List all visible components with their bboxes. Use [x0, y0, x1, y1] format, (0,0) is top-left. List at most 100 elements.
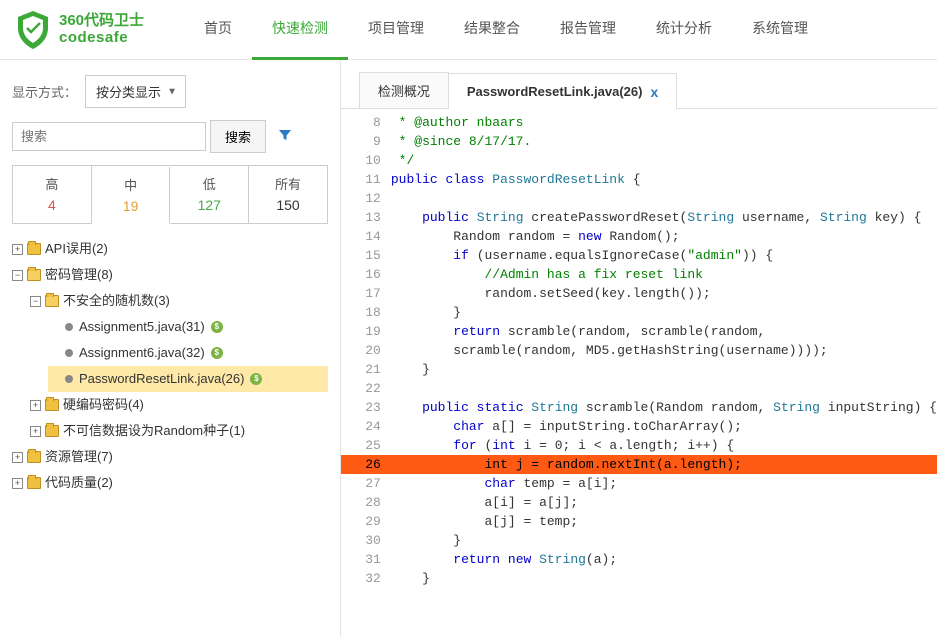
dot-icon	[65, 375, 73, 383]
code-line: 20 scramble(random, MD5.getHashString(us…	[341, 341, 937, 360]
code-text: * @author nbaars	[391, 113, 937, 132]
display-mode-label: 显示方式：	[12, 82, 77, 101]
severity-tab-high[interactable]: 高 4	[13, 166, 92, 223]
code-line: 15 if (username.equalsIgnoreCase("admin"…	[341, 246, 937, 265]
code-line: 9 * @since 8/17/17.	[341, 132, 937, 151]
line-number: 11	[341, 170, 391, 189]
line-number: 30	[341, 531, 391, 550]
tree-node-seed[interactable]: +不可信数据设为Random种子(1)	[30, 418, 328, 444]
tree-node-password[interactable]: −密码管理(8)	[12, 262, 328, 288]
main-nav: 首页快速检测项目管理结果整合报告管理统计分析系统管理	[184, 0, 828, 60]
code-text: Random random = new Random();	[391, 227, 937, 246]
code-text	[391, 189, 937, 208]
code-text: a[i] = a[j];	[391, 493, 937, 512]
tab-file[interactable]: PasswordResetLink.java(26) x	[448, 73, 677, 109]
code-text: * @since 8/17/17.	[391, 132, 937, 151]
code-viewer[interactable]: 8 * @author nbaars9 * @since 8/17/17.10 …	[341, 109, 937, 637]
code-text: }	[391, 303, 937, 322]
issue-tree: +API误用(2) −密码管理(8) −不安全的随机数(3) Assignmen…	[12, 236, 328, 496]
code-line: 12	[341, 189, 937, 208]
code-line: 13 public String createPasswordReset(Str…	[341, 208, 937, 227]
nav-item[interactable]: 报告管理	[540, 0, 636, 60]
line-number: 14	[341, 227, 391, 246]
folder-icon	[45, 425, 59, 437]
collapse-icon[interactable]: −	[30, 296, 41, 307]
line-number: 12	[341, 189, 391, 208]
folder-icon	[45, 399, 59, 411]
code-text: //Admin has a fix reset link	[391, 265, 937, 284]
code-text: char temp = a[i];	[391, 474, 937, 493]
brand-cn: 360代码卫士	[59, 13, 144, 30]
tree-file[interactable]: Assignment5.java(31) $	[48, 314, 328, 340]
line-number: 18	[341, 303, 391, 322]
tree-node-api[interactable]: +API误用(2)	[12, 236, 328, 262]
tree-node-hardcode[interactable]: +硬编码密码(4)	[30, 392, 328, 418]
nav-item[interactable]: 快速检测	[252, 0, 348, 60]
nav-item[interactable]: 结果整合	[444, 0, 540, 60]
code-line: 24 char a[] = inputString.toCharArray();	[341, 417, 937, 436]
tab-overview[interactable]: 检测概况	[359, 72, 449, 108]
code-text: return scramble(random, scramble(random,	[391, 322, 937, 341]
collapse-icon[interactable]: −	[12, 270, 23, 281]
line-number: 10	[341, 151, 391, 170]
line-number: 29	[341, 512, 391, 531]
line-number: 8	[341, 113, 391, 132]
tree-file-selected[interactable]: PasswordResetLink.java(26) $	[48, 366, 328, 392]
line-number: 26	[341, 455, 391, 474]
code-line: 28 a[i] = a[j];	[341, 493, 937, 512]
code-line: 16 //Admin has a fix reset link	[341, 265, 937, 284]
brand-logo[interactable]: 360代码卫士 codesafe	[15, 10, 144, 50]
tree-node-random[interactable]: −不安全的随机数(3)	[30, 288, 328, 314]
line-number: 31	[341, 550, 391, 569]
code-text: public class PasswordResetLink {	[391, 170, 937, 189]
code-text: random.setSeed(key.length());	[391, 284, 937, 303]
search-button[interactable]: 搜索	[210, 120, 266, 153]
severity-tab-all[interactable]: 所有 150	[249, 166, 327, 223]
code-line: 26 int j = random.nextInt(a.length);	[341, 455, 937, 474]
code-text: public String createPasswordReset(String…	[391, 208, 937, 227]
code-text: }	[391, 360, 937, 379]
expand-icon[interactable]: +	[30, 426, 41, 437]
status-badge: $	[211, 321, 223, 333]
code-line: 8 * @author nbaars	[341, 113, 937, 132]
expand-icon[interactable]: +	[12, 244, 23, 255]
code-text: public static String scramble(Random ran…	[391, 398, 937, 417]
nav-item[interactable]: 首页	[184, 0, 252, 60]
line-number: 28	[341, 493, 391, 512]
code-text: scramble(random, MD5.getHashString(usern…	[391, 341, 937, 360]
severity-tab-low[interactable]: 低 127	[170, 166, 249, 223]
code-line: 14 Random random = new Random();	[341, 227, 937, 246]
folder-icon	[27, 477, 41, 489]
nav-item[interactable]: 系统管理	[732, 0, 828, 60]
nav-item[interactable]: 项目管理	[348, 0, 444, 60]
expand-icon[interactable]: +	[12, 452, 23, 463]
dot-icon	[65, 323, 73, 331]
tree-node-resource[interactable]: +资源管理(7)	[12, 444, 328, 470]
status-badge: $	[250, 373, 262, 385]
tab-file-label: PasswordResetLink.java(26)	[467, 84, 643, 99]
code-line: 27 char temp = a[i];	[341, 474, 937, 493]
display-mode-select[interactable]: 按分类显示 ▼	[85, 75, 186, 108]
brand-en: codesafe	[59, 30, 144, 47]
severity-tab-medium[interactable]: 中 19	[92, 167, 171, 224]
filter-icon[interactable]	[278, 128, 292, 145]
code-line: 22	[341, 379, 937, 398]
expand-icon[interactable]: +	[30, 400, 41, 411]
expand-icon[interactable]: +	[12, 478, 23, 489]
code-line: 10 */	[341, 151, 937, 170]
folder-icon	[27, 451, 41, 463]
tree-node-quality[interactable]: +代码质量(2)	[12, 470, 328, 496]
code-line: 32 }	[341, 569, 937, 588]
code-line: 18 }	[341, 303, 937, 322]
sidebar: 显示方式： 按分类显示 ▼ 搜索 高 4 中 19 低	[0, 60, 341, 637]
close-icon[interactable]: x	[650, 84, 658, 100]
code-text: */	[391, 151, 937, 170]
tree-file[interactable]: Assignment6.java(32) $	[48, 340, 328, 366]
line-number: 23	[341, 398, 391, 417]
content-area: 检测概况 PasswordResetLink.java(26) x 8 * @a…	[341, 60, 937, 637]
search-input[interactable]	[12, 122, 206, 151]
display-mode-value: 按分类显示	[96, 85, 161, 100]
line-number: 32	[341, 569, 391, 588]
code-line: 31 return new String(a);	[341, 550, 937, 569]
nav-item[interactable]: 统计分析	[636, 0, 732, 60]
